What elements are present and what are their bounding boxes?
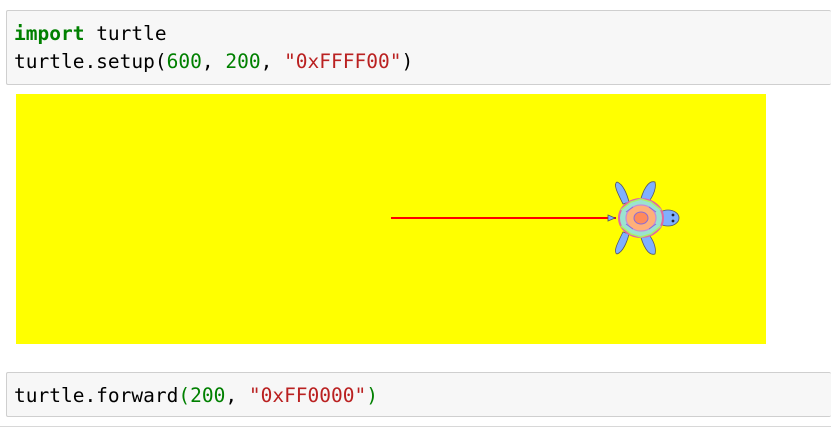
setup-sep-2: , [260, 50, 285, 73]
divider [0, 426, 831, 427]
setup-call: turtle.setup( [14, 50, 167, 73]
setup-width-arg: 600 [166, 50, 202, 73]
turtle-canvas-output [16, 94, 766, 344]
setup-sep-1: , [201, 50, 226, 73]
code-editor-setup[interactable]: import turtle turtle.setup(600, 200, "0x… [14, 20, 413, 76]
forward-call: turtle.forward [14, 384, 179, 407]
forward-sep: , [225, 384, 249, 407]
forward-color-arg: "0xFF0000" [248, 384, 367, 407]
forward-distance-arg: 200 [190, 384, 226, 407]
forward-close-paren: ) [366, 384, 378, 407]
code-editor-forward[interactable]: turtle.forward(200, "0xFF0000") [14, 382, 378, 410]
setup-color-arg: "0xFFFF00" [284, 50, 402, 73]
setup-close-paren: ) [401, 50, 414, 73]
keyword-import: import [14, 22, 85, 45]
turtle-canvas [16, 94, 766, 344]
forward-open-paren: ( [178, 384, 191, 407]
code-cell-forward[interactable]: turtle.forward(200, "0xFF0000") [6, 372, 831, 417]
code-cell-setup[interactable]: import turtle turtle.setup(600, 200, "0x… [6, 10, 831, 85]
import-target: turtle [84, 22, 167, 45]
setup-height-arg: 200 [225, 50, 261, 73]
